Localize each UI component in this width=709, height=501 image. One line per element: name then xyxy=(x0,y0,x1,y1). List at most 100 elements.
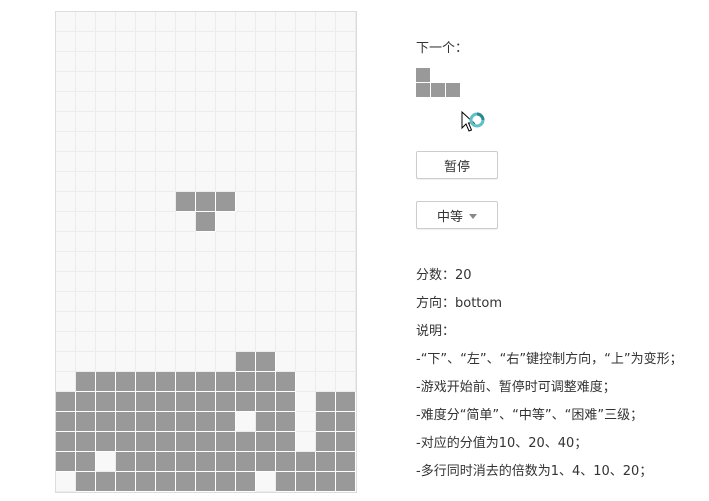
game-board[interactable] xyxy=(55,11,357,493)
settled-block-cell xyxy=(96,412,116,432)
active-piece-cell xyxy=(196,212,216,232)
empty-cell xyxy=(176,112,196,132)
empty-cell xyxy=(96,352,116,372)
empty-cell xyxy=(76,292,96,312)
empty-cell xyxy=(236,172,256,192)
direction-text: 方向：bottom xyxy=(416,296,503,311)
empty-cell xyxy=(336,32,356,52)
settled-block-cell xyxy=(96,472,116,492)
empty-cell xyxy=(176,152,196,172)
empty-cell xyxy=(256,12,276,32)
empty-cell xyxy=(256,92,276,112)
empty-cell xyxy=(216,172,236,192)
empty-cell xyxy=(136,172,156,192)
empty-cell xyxy=(336,152,356,172)
empty-cell xyxy=(276,212,296,232)
empty-cell xyxy=(216,272,236,292)
empty-cell xyxy=(276,92,296,112)
empty-cell xyxy=(276,52,296,72)
empty-cell xyxy=(316,132,336,152)
empty-cell xyxy=(196,52,216,72)
empty-cell xyxy=(156,172,176,192)
settled-block-cell xyxy=(336,452,356,472)
empty-cell xyxy=(296,172,316,192)
empty-cell xyxy=(96,32,116,52)
empty-cell xyxy=(316,272,336,292)
empty-cell xyxy=(56,92,76,112)
settled-block-cell xyxy=(96,392,116,412)
active-piece-cell xyxy=(176,192,196,212)
empty-cell xyxy=(96,152,116,172)
active-piece-cell xyxy=(196,192,216,212)
empty-cell xyxy=(116,12,136,32)
empty-cell xyxy=(216,332,236,352)
empty-cell xyxy=(156,132,176,152)
empty-cell xyxy=(256,312,276,332)
empty-cell xyxy=(56,272,76,292)
empty-cell xyxy=(336,192,356,212)
empty-cell xyxy=(296,212,316,232)
difficulty-dropdown[interactable]: 中等 xyxy=(416,201,498,229)
settled-block-cell xyxy=(156,432,176,452)
empty-cell xyxy=(56,332,76,352)
empty-cell xyxy=(76,172,96,192)
settled-block-cell xyxy=(176,472,196,492)
empty-cell xyxy=(156,252,176,272)
empty-cell xyxy=(96,92,116,112)
empty-cell xyxy=(336,272,356,292)
empty-cell xyxy=(236,32,256,52)
settled-block-cell xyxy=(216,372,236,392)
settled-block-cell xyxy=(156,412,176,432)
chevron-down-icon xyxy=(469,213,477,219)
help-line: -多行同时消去的倍数为1、4、10、20； xyxy=(416,464,653,479)
empty-cell xyxy=(236,12,256,32)
empty-cell xyxy=(316,352,336,372)
settled-block-cell xyxy=(156,372,176,392)
empty-cell xyxy=(156,312,176,332)
empty-cell xyxy=(56,32,76,52)
empty-cell xyxy=(296,232,316,252)
empty-cell xyxy=(156,352,176,372)
empty-cell xyxy=(336,172,356,192)
busy-cursor-icon xyxy=(461,110,485,132)
empty-cell xyxy=(236,152,256,172)
empty-cell xyxy=(196,132,216,152)
empty-cell xyxy=(236,92,256,112)
settled-block-cell xyxy=(236,352,256,372)
pause-button[interactable]: 暂停 xyxy=(416,151,498,179)
empty-cell xyxy=(236,72,256,92)
empty-cell xyxy=(96,312,116,332)
empty-cell xyxy=(296,352,316,372)
empty-cell xyxy=(136,152,156,172)
empty-cell xyxy=(296,332,316,352)
settled-block-cell xyxy=(116,412,136,432)
empty-cell xyxy=(236,252,256,272)
empty-cell xyxy=(56,232,76,252)
empty-cell xyxy=(336,72,356,92)
score-text: 分数：20 xyxy=(416,268,472,283)
settled-block-cell xyxy=(156,392,176,412)
empty-cell xyxy=(196,72,216,92)
empty-cell xyxy=(156,92,176,112)
empty-cell xyxy=(236,232,256,252)
empty-cell xyxy=(136,52,156,72)
empty-cell xyxy=(276,332,296,352)
settled-block-cell xyxy=(136,432,156,452)
empty-cell xyxy=(216,212,236,232)
empty-cell xyxy=(296,72,316,92)
empty-cell xyxy=(196,152,216,172)
empty-cell xyxy=(296,52,316,72)
empty-cell xyxy=(216,72,236,92)
sidebar: 下一个： 暂停 中等 分数：20 方向：bottom 说明： -“下”、“左”、… xyxy=(416,0,706,501)
empty-cell xyxy=(236,332,256,352)
empty-cell xyxy=(136,92,156,112)
empty-cell xyxy=(216,252,236,272)
settled-block-cell xyxy=(316,412,336,432)
empty-cell xyxy=(196,312,216,332)
settled-block-cell xyxy=(76,452,96,472)
settled-block-cell xyxy=(56,412,76,432)
empty-cell xyxy=(156,192,176,212)
settled-block-cell xyxy=(136,452,156,472)
empty-cell xyxy=(96,292,116,312)
empty-cell xyxy=(116,212,136,232)
